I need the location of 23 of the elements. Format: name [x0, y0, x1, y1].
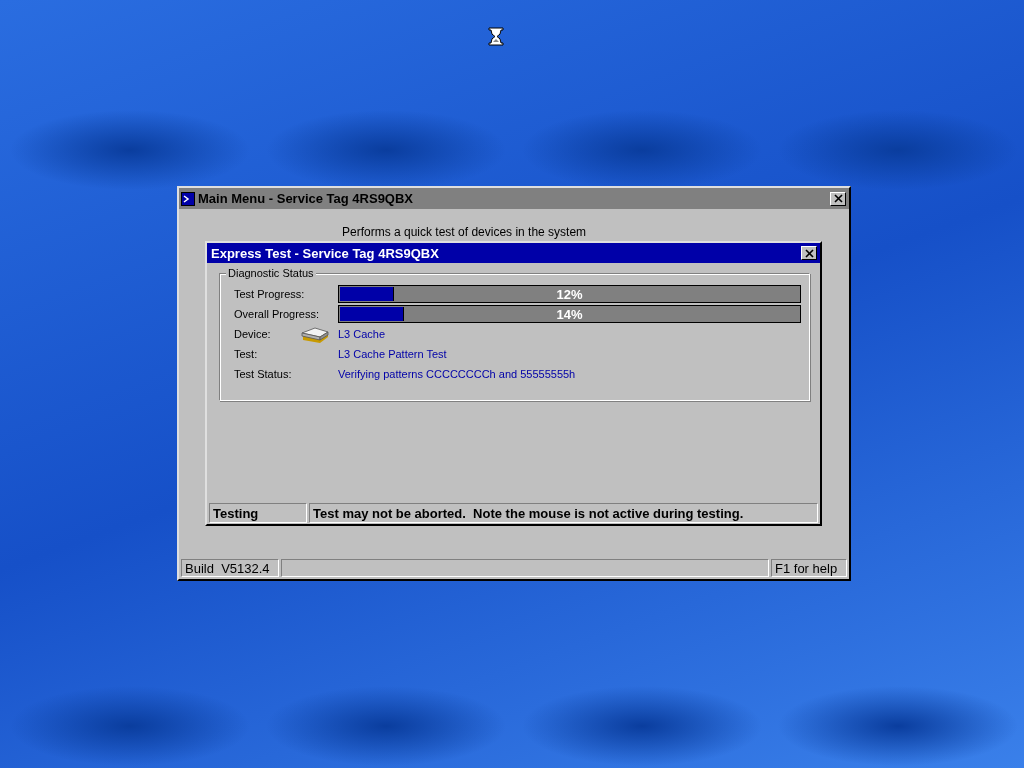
build-version: Build V5132.4 — [181, 559, 279, 577]
help-hint: F1 for help — [771, 559, 847, 577]
hourglass-cursor-icon — [488, 27, 504, 46]
field-label: Test: — [234, 348, 259, 360]
progress-percent: 14% — [556, 306, 583, 322]
field-value: L3 Cache — [338, 328, 386, 340]
close-button[interactable] — [801, 246, 817, 260]
window-title: Main Menu - Service Tag 4RS9QBX — [198, 191, 415, 206]
app-icon — [181, 191, 195, 206]
close-button[interactable] — [830, 191, 846, 206]
progress-percent: 12% — [556, 286, 583, 302]
status-state: Testing — [209, 503, 307, 523]
status-message: Test may not be aborted. Note the mouse is not active during testing. — [309, 503, 818, 523]
dialog-title: Express Test - Service Tag 4RS9QBX — [211, 245, 440, 261]
description-text: Performs a quick test of devices in the system — [342, 225, 587, 239]
progress-label: Test Progress: — [234, 288, 306, 300]
group-title: Diagnostic Status — [226, 267, 316, 279]
field-label: Device: — [234, 328, 272, 340]
field-value: L3 Cache Pattern Test — [338, 348, 447, 360]
field-value: Verifying patterns CCCCCCCCh and 55555555h — [338, 368, 576, 380]
progress-label: Overall Progress: — [234, 308, 320, 320]
field-label: Test Status: — [234, 368, 293, 380]
chip-icon — [300, 324, 330, 344]
